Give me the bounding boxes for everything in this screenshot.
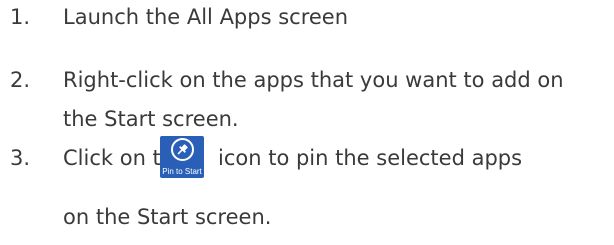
- step-text-line-2: on the Start screen.: [63, 205, 272, 229]
- step-text-after-icon: icon to pin the selected apps: [218, 146, 523, 170]
- pin-to-start-icon: Pin to Start: [160, 136, 204, 178]
- step-text: Launch the All Apps screen: [63, 5, 349, 29]
- pin-to-start-caption: Pin to Start: [162, 167, 202, 176]
- instruction-steps: 1. Launch the All Apps screen 2. Right-c…: [0, 0, 614, 245]
- step-text-line-1: Right-click on the apps that you want to…: [63, 68, 564, 92]
- pin-icon: [171, 138, 194, 161]
- step-number: 2.: [10, 68, 31, 92]
- step-number: 1.: [10, 5, 31, 29]
- step-number: 3.: [10, 146, 31, 170]
- step-text-line-2: the Start screen.: [63, 107, 239, 131]
